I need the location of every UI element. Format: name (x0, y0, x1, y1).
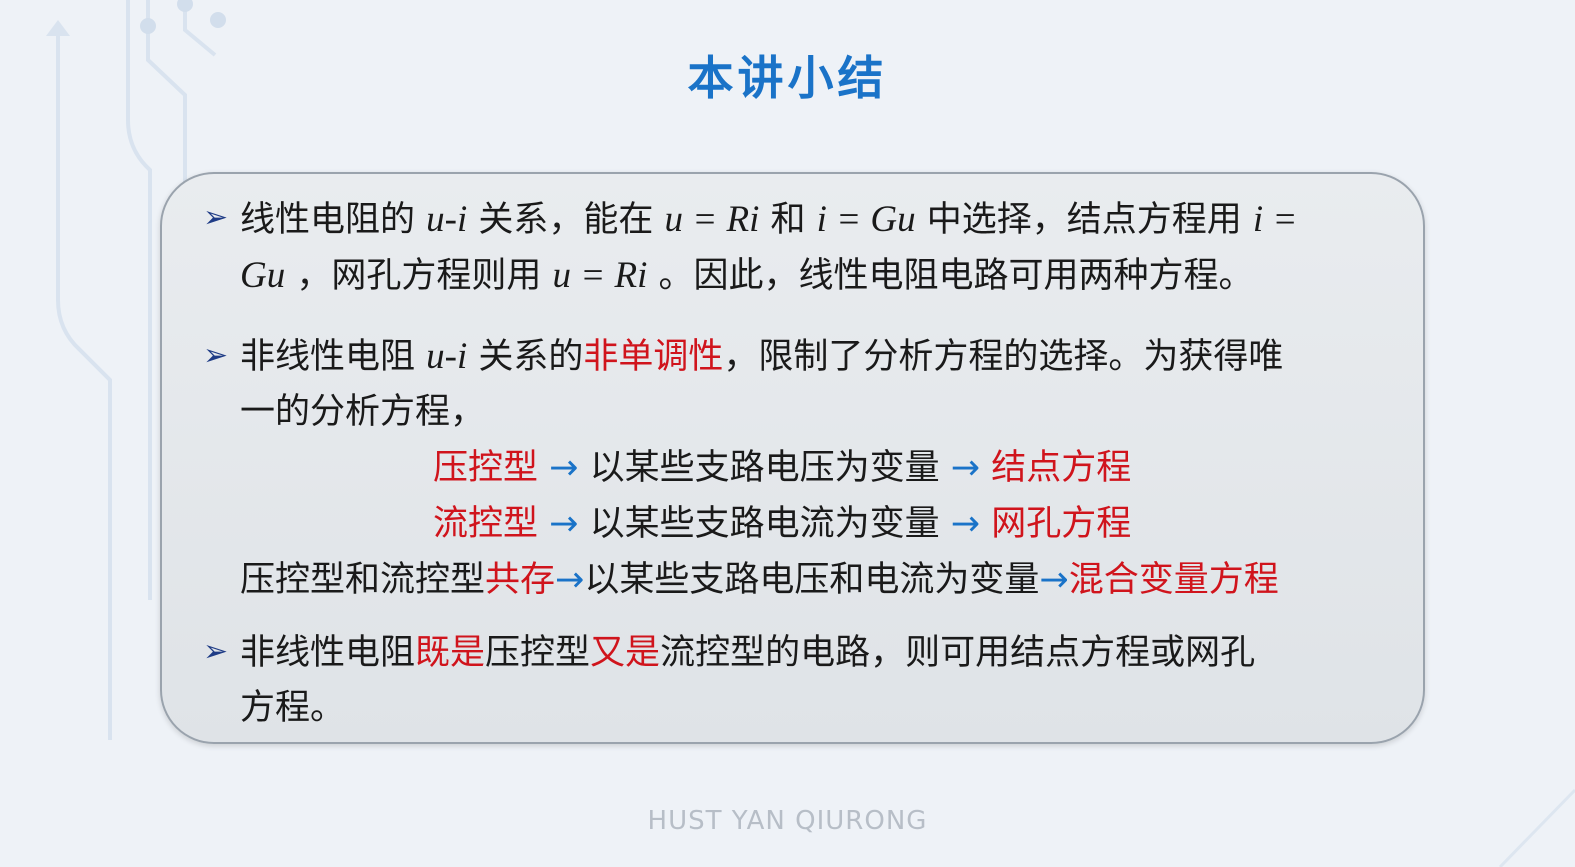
bullet-marker-icon: ➢ (203, 338, 229, 373)
highlight-text: 流控型 (433, 504, 539, 544)
highlight-text: 混合变量方程 (1068, 560, 1279, 600)
text-segment: 。因此，线性电阻电路可用两种方程。 (647, 256, 1254, 296)
current-controlled-row: 流控型 → 以某些支路电流为变量 → 网孔方程 (433, 504, 1131, 544)
arrow-right-icon: → (950, 504, 981, 544)
bullet-marker-icon: ➢ (203, 200, 229, 235)
math-expression: u-i (426, 199, 468, 240)
text-segment: 中选择，结点方程用 (915, 200, 1253, 240)
highlight-text: 既是 (415, 633, 486, 673)
math-expression: u-i (426, 336, 468, 377)
math-expression: u = Ri (664, 199, 760, 240)
footer-credit: HUST YAN QIURONG (647, 806, 928, 836)
arrow-right-icon: → (950, 448, 981, 488)
bullet-marker-icon: ➢ (203, 634, 229, 669)
bullet-2-line-1: 非线性电阻 u-i 关系的非单调性，限制了分析方程的选择。为获得唯 (240, 336, 1284, 378)
text-segment: 关系的 (467, 337, 584, 377)
slide-title: 本讲小结 (687, 51, 888, 105)
text-segment: ，限制了分析方程的选择。为获得唯 (723, 337, 1284, 377)
highlight-text: 网孔方程 (980, 504, 1132, 544)
text-segment: ，网孔方程则用 (285, 256, 553, 296)
text-segment: 一的分析方程， (240, 392, 486, 432)
text-segment: 方程。 (240, 688, 346, 728)
text-segment: 线性电阻的 (240, 200, 427, 240)
math-expression: i = Gu (816, 199, 916, 240)
math-expression: u = Ri (552, 255, 648, 296)
highlight-text: 压控型 (433, 448, 539, 488)
bullet-3-line-2: 方程。 (240, 688, 345, 728)
text-segment: 压控型 (485, 633, 591, 673)
bullet-1-line-1: 线性电阻的 u-i 关系，能在 u = Ri 和 i = Gu 中选择，结点方程… (240, 199, 1298, 241)
highlight-text: 非单调性 (583, 337, 724, 377)
math-expression: Gu (240, 255, 286, 296)
arrow-right-icon: → (555, 560, 585, 600)
text-segment: 关系，能在 (467, 200, 665, 240)
voltage-controlled-row: 压控型 → 以某些支路电压为变量 → 结点方程 (433, 448, 1131, 488)
text-segment: 以某些支路电压为变量 (578, 448, 951, 488)
text-segment: 流控型的电路，则可用结点方程或网孔 (660, 633, 1256, 673)
mixed-controlled-row: 压控型和流控型共存→以某些支路电压和电流为变量→混合变量方程 (240, 560, 1279, 600)
text-segment: 非线性电阻 (240, 337, 427, 377)
math-expression: i = (1252, 199, 1298, 240)
highlight-text: 结点方程 (980, 448, 1132, 488)
text-segment: 和 (759, 200, 817, 240)
highlight-text: 又是 (590, 633, 661, 673)
bullet-1-line-2: Gu ，网孔方程则用 u = Ri 。因此，线性电阻电路可用两种方程。 (240, 255, 1254, 297)
bullet-3-line-1: 非线性电阻既是压控型又是流控型的电路，则可用结点方程或网孔 (240, 633, 1255, 673)
arrow-right-icon: → (1039, 560, 1069, 600)
text-segment: 压控型和流控型 (240, 560, 486, 600)
highlight-text: 共存 (485, 560, 556, 600)
arrow-right-icon: → (549, 448, 579, 488)
arrow-right-icon: → (549, 504, 579, 544)
text-segment: 以某些支路电压和电流为变量 (584, 560, 1040, 600)
bullet-2-line-2: 一的分析方程， (240, 392, 485, 432)
text-segment: 以某些支路电流为变量 (578, 504, 951, 544)
text-segment: 非线性电阻 (240, 633, 416, 673)
